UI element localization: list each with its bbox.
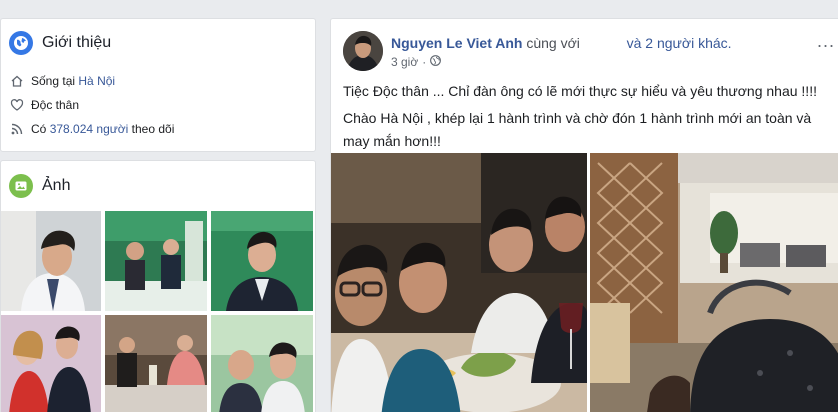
intro-lives: Sống tại Hà Nội <box>9 69 315 93</box>
followers-prefix: Có <box>31 122 47 136</box>
photo-thumb-2[interactable] <box>105 211 207 311</box>
post-photo-1[interactable] <box>331 153 587 412</box>
photo-thumb-1[interactable] <box>1 211 101 311</box>
post-text-line-1: Tiệc Độc thân ... Chỉ đàn ông có lẽ mới … <box>343 83 817 99</box>
photo-thumb-6[interactable] <box>211 315 313 412</box>
lives-prefix: Sống tại <box>31 74 76 88</box>
heart-icon <box>9 97 25 113</box>
privacy-globe-icon[interactable] <box>430 55 442 69</box>
author-avatar[interactable] <box>343 31 383 71</box>
lives-city-link[interactable]: Hà Nội <box>78 74 115 88</box>
photo-thumb-4[interactable] <box>1 315 101 412</box>
post-card: Nguyen Le Viet Anh cùng với và 2 người k… <box>330 18 838 412</box>
post-text-line-2: Chào Hà Nội , khép lại 1 hành trình và c… <box>343 110 812 149</box>
meta-separator: · <box>422 55 427 69</box>
intro-card: Giới thiệu Sống tại Hà Nội Độc thân Có 3… <box>0 18 316 152</box>
photos-header: Ảnh <box>1 161 315 198</box>
post-meta: 3 giờ · <box>391 55 442 69</box>
post-time-link[interactable]: 3 giờ <box>391 55 418 69</box>
photo-icon <box>9 174 33 198</box>
followers-count-link[interactable]: 378.024 người <box>50 122 129 136</box>
intro-followers: Có 378.024 người theo dõi <box>9 117 315 141</box>
with-text: cùng với <box>526 35 580 51</box>
photo-thumb-3[interactable] <box>211 211 313 311</box>
author-name-link[interactable]: Nguyen Le Viet Anh <box>391 35 522 51</box>
intro-header: Giới thiệu <box>1 19 315 55</box>
post-body: Tiệc Độc thân ... Chỉ đàn ông có lẽ mới … <box>343 80 833 157</box>
photo-thumb-5[interactable] <box>105 315 207 412</box>
photos-card: Ảnh <box>0 160 316 412</box>
followers-suffix: theo dõi <box>131 122 175 136</box>
intro-relationship: Độc thân <box>9 93 315 117</box>
intro-title: Giới thiệu <box>42 34 112 51</box>
post-options-button[interactable]: ... <box>817 31 835 52</box>
rss-icon <box>9 121 25 137</box>
post-author-line: Nguyen Le Viet Anh cùng với và 2 người k… <box>391 35 732 51</box>
photos-title[interactable]: Ảnh <box>42 177 70 195</box>
tagged-others-link[interactable]: và 2 người khác. <box>627 35 732 51</box>
home-icon <box>9 73 25 89</box>
globe-icon <box>9 31 33 55</box>
post-photo-2[interactable] <box>590 153 838 412</box>
relationship-text: Độc thân <box>31 98 80 112</box>
